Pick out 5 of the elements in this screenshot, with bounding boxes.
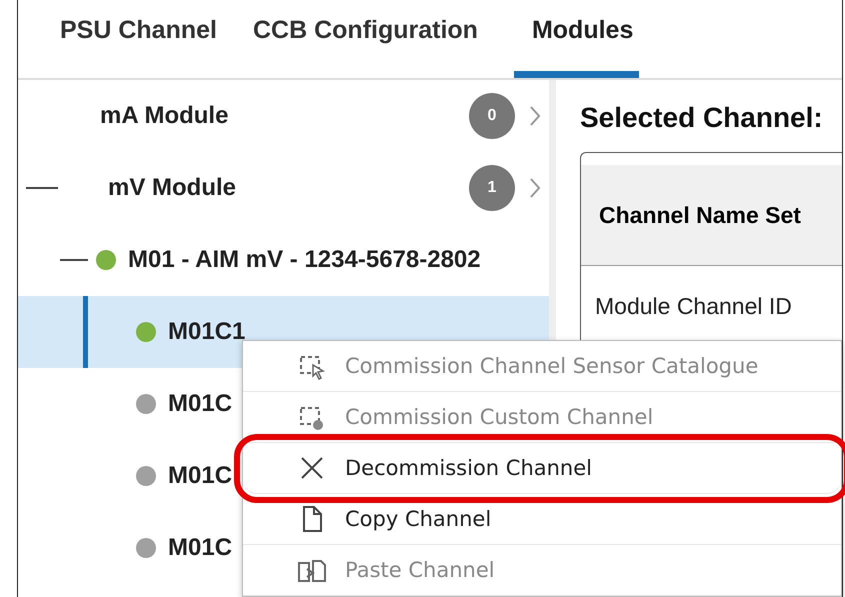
field-label: Module Channel ID <box>595 292 792 320</box>
count-badge: 1 <box>469 165 515 211</box>
section-title: Selected Channel: <box>580 102 824 134</box>
column-header: Channel Name Set <box>599 202 801 228</box>
count-badge: 0 <box>469 93 515 139</box>
